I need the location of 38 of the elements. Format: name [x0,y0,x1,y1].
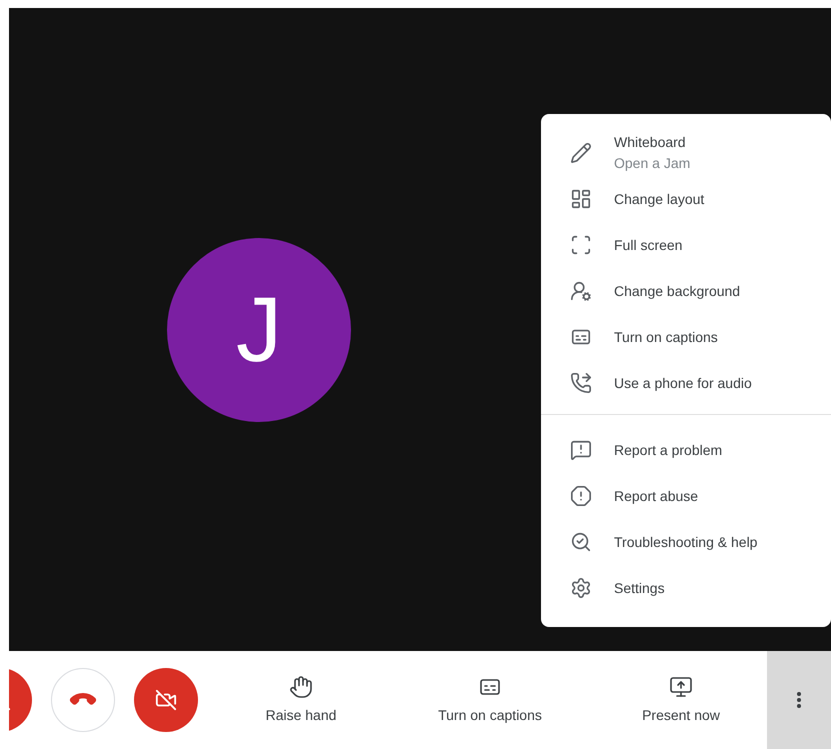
menu-item[interactable]: Settings [541,565,831,611]
alert-icon [570,485,592,507]
present-icon [669,674,693,698]
background-person-icon [570,280,592,302]
menu-item[interactable]: Whiteboard Open a Jam [541,130,831,176]
menu-item-sublabel: Open a Jam [614,154,690,173]
menu-item-label: Troubleshooting & help [614,532,758,552]
toolbar-action-button[interactable]: Raise hand [241,674,361,726]
menu-item-label: Settings [614,578,665,598]
menu-item-label: Report a problem [614,440,722,460]
menu-item[interactable]: Change layout [541,176,831,222]
menu-item-label: Whiteboard [614,133,687,152]
phone-icon [570,372,592,394]
fullscreen-icon [570,234,592,256]
menu-item-label: Change layout [614,190,704,209]
menu-item[interactable]: Full screen [541,222,831,268]
toolbar-action-button[interactable]: Turn on captions [415,674,565,726]
participant-avatar: J [167,238,351,422]
menu-item[interactable]: Change background [541,268,831,314]
feedback-icon [570,439,592,461]
menu-item[interactable]: Turn on captions [541,314,831,360]
menu-item-label: Full screen [614,236,682,254]
menu-item-label: Turn on captions [614,328,718,347]
menu-item[interactable]: Troubleshooting & help [541,519,831,565]
toolbar-action-button[interactable]: Present now [621,674,741,726]
pencil-icon [570,142,592,164]
camera-off-icon [155,689,177,711]
menu-item[interactable]: Report a problem [541,427,831,473]
menu-item-label: Use a phone for audio [614,374,752,393]
menu-item[interactable]: Report abuse [541,473,831,519]
diagnostics-icon [570,531,592,553]
hand-icon [289,674,313,698]
menu-item[interactable]: Use a phone for audio [541,360,831,406]
menu-item-label: Report abuse [614,486,698,506]
menu-item-label: Change background [614,282,740,301]
settings-icon [570,577,592,599]
more-icon [797,692,801,708]
layout-icon [570,188,592,210]
